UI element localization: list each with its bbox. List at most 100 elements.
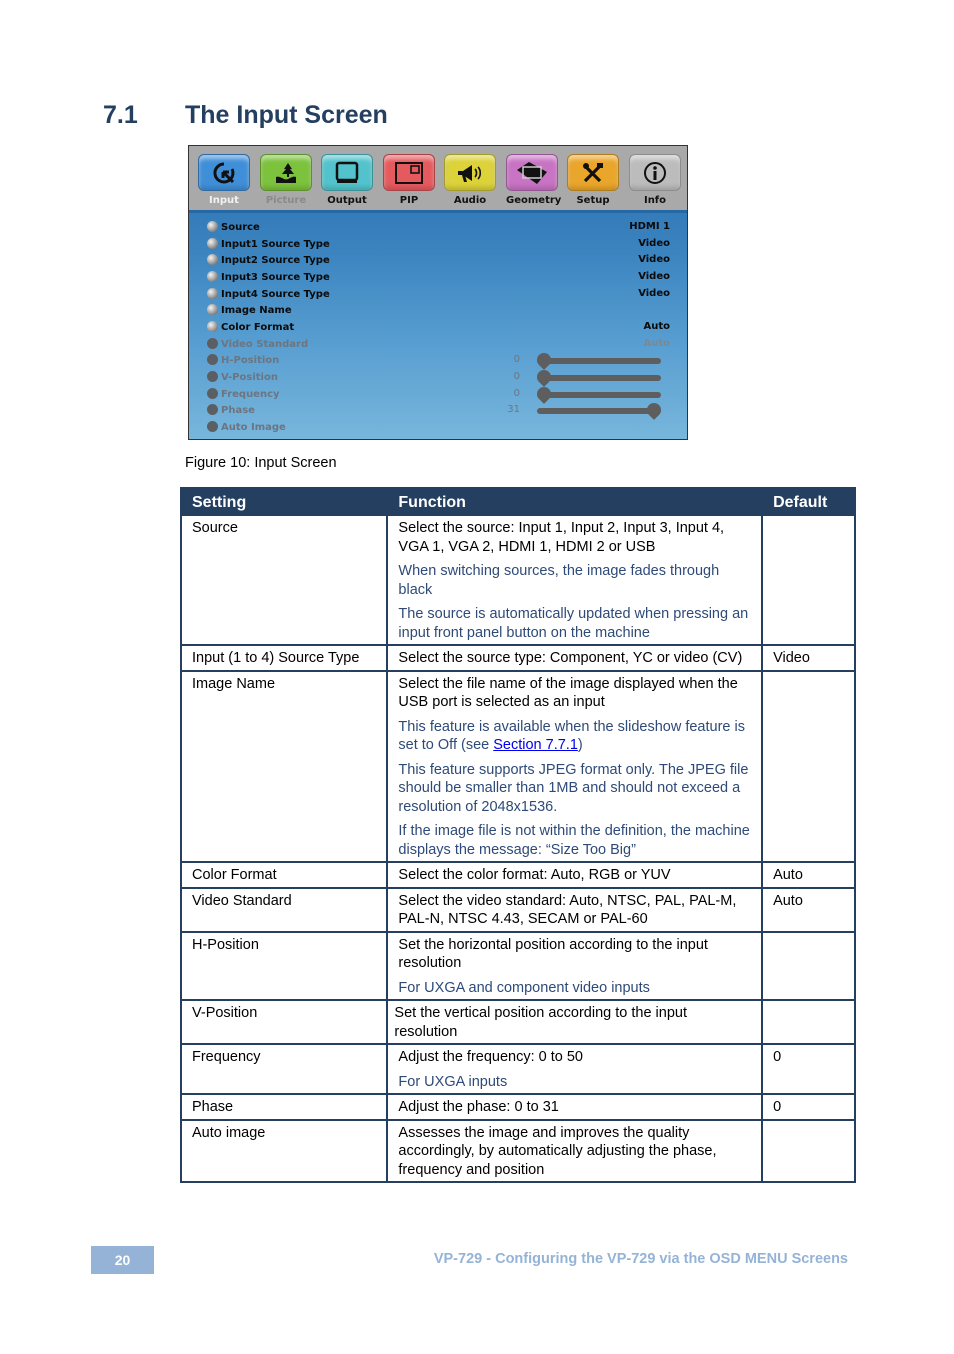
slider-knob [534, 350, 554, 370]
function-text: Set the vertical position according to t… [394, 1005, 687, 1040]
setup-tools-icon [583, 162, 603, 182]
frequency-slider [534, 384, 661, 404]
osd-tab-setup[interactable]: Setup [567, 154, 619, 206]
function-text: Select the color format: Auto, RGB or YU… [398, 867, 671, 883]
cell-default: Auto [761, 861, 856, 889]
osd-item-label: Color Format [221, 322, 295, 333]
function-note: If the image file is not within the defi… [398, 823, 750, 858]
picture-landscape-icon [276, 162, 296, 183]
function-note: When switching sources, the image fades … [398, 563, 720, 598]
osd-item-input4-source-type[interactable]: Input4 Source Type [207, 288, 330, 304]
osd-tab-info[interactable]: Info [629, 154, 681, 206]
osd-tab-button[interactable] [321, 154, 373, 191]
bullet-icon [207, 354, 218, 365]
osd-tab-button[interactable] [198, 154, 250, 191]
function-text: Select the file name of the image displa… [398, 675, 738, 711]
bullet-icon [207, 338, 218, 349]
bullet-icon [207, 388, 218, 399]
osd-item-value: Video [638, 238, 670, 249]
osd-item-h-position: H-Position [207, 354, 279, 370]
slider-knob [644, 400, 664, 420]
function-text: Select the source type: Component, YC or… [398, 650, 743, 666]
function-note: This feature is available when the slide… [398, 718, 751, 755]
osd-item-label: Image Name [221, 305, 292, 316]
table-row: Frequency Adjust the frequency: 0 to 50 … [179, 1043, 856, 1095]
cell-setting: Video Standard [179, 886, 389, 933]
function-text: Assesses the image and improves the qual… [398, 1124, 717, 1178]
osd-item-label: Auto Image [221, 422, 286, 433]
osd-tab-picture[interactable]: Picture [260, 154, 312, 206]
section-number: 7.1 [103, 101, 138, 129]
osd-tab-label: PIP [399, 195, 419, 206]
osd-input-screen-figure: Input Picture Output PIP Audio Geometry … [188, 145, 688, 440]
osd-item-color-format[interactable]: Color Format [207, 321, 294, 337]
osd-tab-button[interactable] [260, 154, 312, 191]
osd-item-label: H-Position [221, 355, 280, 366]
osd-tab-button[interactable] [444, 154, 496, 191]
osd-item-v-position: V-Position [207, 371, 278, 387]
cell-setting: Frequency [179, 1043, 389, 1095]
osd-item-auto-image: Auto Image [207, 421, 286, 437]
osd-tab-label: Geometry [506, 195, 562, 206]
cell-function: Adjust the frequency: 0 to 50 For UXGA i… [386, 1043, 764, 1095]
cell-default [761, 669, 856, 863]
osd-item-input3-source-type[interactable]: Input3 Source Type [207, 271, 330, 287]
function-note: For UXGA inputs [398, 1073, 508, 1090]
bullet-icon [207, 238, 218, 249]
osd-tab-audio[interactable]: Audio [444, 154, 496, 206]
table-row: Phase Adjust the phase: 0 to 31 0 [179, 1093, 856, 1121]
osd-tab-geometry[interactable]: Geometry [506, 154, 562, 206]
osd-tab-label: Input [209, 195, 239, 206]
table-header-row: Setting Function Default [179, 487, 856, 516]
slider-knob [534, 367, 554, 387]
osd-item-input1-source-type[interactable]: Input1 Source Type [207, 238, 330, 254]
cell-setting: H-Position [179, 930, 389, 1001]
osd-slider-value: 31 [507, 404, 520, 415]
osd-tab-output[interactable]: Output [321, 154, 373, 206]
osd-tab-label: Audio [453, 195, 487, 206]
cell-default [761, 1118, 856, 1183]
osd-item-value: Auto [643, 321, 670, 332]
section-7-7-1-link[interactable]: Section 7.7.1 [493, 737, 578, 753]
osd-item-label: V-Position [221, 372, 278, 383]
osd-tab-label: Info [643, 195, 667, 206]
input-cursor-icon [213, 161, 235, 183]
cell-default [761, 999, 856, 1045]
bullet-icon [207, 221, 218, 232]
osd-tab-input[interactable]: Input [198, 154, 250, 206]
cell-function: Select the color format: Auto, RGB or YU… [386, 861, 764, 889]
osd-item-label: Source [221, 222, 260, 233]
table-row: V-Position Set the vertical position acc… [179, 999, 856, 1045]
column-header-default: Default [761, 487, 856, 516]
bullet-icon [207, 254, 218, 265]
osd-tab-pip[interactable]: PIP [383, 154, 435, 206]
osd-slider-value: 0 [513, 388, 520, 399]
osd-menu-bar: Input Picture Output PIP Audio Geometry … [189, 146, 687, 213]
cell-setting: Phase [179, 1093, 389, 1121]
figure-caption: Figure 10: Input Screen [185, 455, 337, 471]
osd-tab-button[interactable] [383, 154, 435, 191]
osd-item-source[interactable]: Source [207, 221, 260, 237]
function-text: Select the source: Input 1, Input 2, Inp… [398, 520, 725, 555]
osd-item-image-name[interactable]: Image Name [207, 304, 292, 320]
function-text: Adjust the phase: 0 to 31 [398, 1099, 559, 1115]
settings-table: Setting Function Default Source Select t… [179, 487, 856, 1183]
osd-item-value: Video [638, 288, 670, 299]
osd-item-input2-source-type[interactable]: Input2 Source Type [207, 254, 330, 270]
cell-function: Select the source: Input 1, Input 2, Inp… [386, 514, 764, 646]
cell-function: Select the video standard: Auto, NTSC, P… [386, 886, 764, 933]
osd-item-value: Video [638, 271, 670, 282]
page-number: 20 [91, 1246, 154, 1274]
osd-item-value: Video [638, 254, 670, 265]
osd-item-label: Input1 Source Type [221, 239, 330, 250]
osd-tab-button[interactable] [567, 154, 619, 191]
info-icon [644, 161, 666, 184]
bullet-icon [207, 304, 218, 315]
osd-item-label: Input3 Source Type [221, 272, 330, 283]
osd-tab-button[interactable] [629, 154, 681, 191]
cell-default: 0 [761, 1043, 856, 1095]
cell-function: Select the file name of the image displa… [386, 669, 764, 863]
column-header-function: Function [386, 487, 764, 516]
table-row: Auto image Assesses the image and improv… [179, 1118, 856, 1183]
osd-tab-button[interactable] [506, 154, 558, 191]
